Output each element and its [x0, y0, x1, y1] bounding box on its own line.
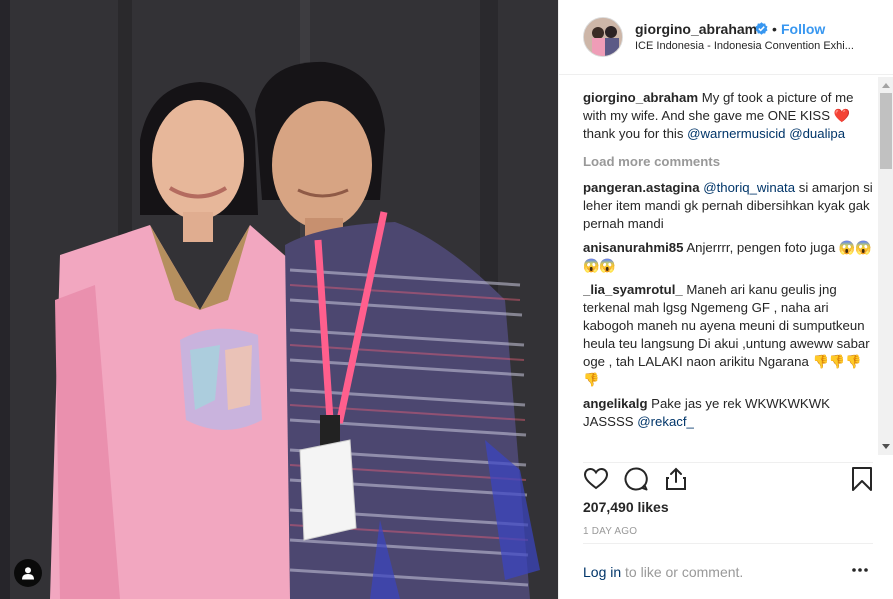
avatar[interactable] — [583, 17, 623, 57]
comment-username-link[interactable]: anisanurahmi85 — [583, 240, 683, 255]
comment-mention-link[interactable]: @thoriq_winata — [703, 180, 795, 195]
comment-username-link[interactable]: _lia_syamrotul_ — [583, 282, 683, 297]
scroll-up-arrow-icon[interactable] — [882, 83, 890, 88]
comments-list: giorgino_abraham My gf took a picture of… — [583, 89, 874, 451]
mention-link-warnermusicid[interactable]: @warnermusicid — [687, 126, 785, 141]
share-icon[interactable] — [663, 466, 689, 492]
comment-username-link[interactable]: pangeran.astagina — [583, 180, 700, 195]
comment-item: angelikalg Pake jas ye rek WKWKWKWK JASS… — [583, 395, 874, 431]
comment-login-footer: Log in to like or comment. — [583, 543, 873, 599]
heart-icon[interactable] — [583, 466, 609, 492]
mention-link-dualipa[interactable]: @dualipa — [789, 126, 845, 141]
post-timestamp[interactable]: 1 DAY AGO — [583, 526, 637, 537]
avatar-image — [584, 18, 622, 56]
caption-text-after: thank you for this — [583, 126, 684, 141]
login-prompt: Log in to like or comment. — [583, 564, 743, 580]
verified-badge-icon — [755, 22, 768, 35]
caption-emoji: ❤️ — [833, 108, 851, 123]
user-tag-button[interactable] — [14, 559, 42, 587]
user-tag-icon — [22, 567, 34, 580]
header-separator: • — [772, 21, 777, 37]
more-options-icon[interactable] — [851, 566, 869, 574]
comment-text: Anjerrrr, pengen foto juga — [686, 240, 836, 255]
location-link[interactable]: ICE Indonesia - Indonesia Convention Exh… — [635, 40, 869, 52]
caption-username-link[interactable]: giorgino_abraham — [583, 90, 698, 105]
login-link[interactable]: Log in — [583, 564, 621, 580]
bookmark-icon[interactable] — [849, 466, 875, 492]
follow-button[interactable]: Follow — [781, 21, 825, 37]
comments-scrollbar[interactable] — [878, 77, 893, 455]
comment-mention-link[interactable]: @rekacf_ — [637, 414, 694, 429]
comment-item: pangeran.astagina @thoriq_winata si amar… — [583, 179, 874, 233]
action-bar — [583, 462, 873, 494]
comment-username-link[interactable]: angelikalg — [583, 396, 648, 411]
post-photo[interactable] — [0, 0, 558, 599]
header-username-link[interactable]: giorgino_abraham — [635, 21, 757, 37]
comment-item: _lia_syamrotul_ Maneh ari kanu geulis jn… — [583, 281, 874, 389]
load-more-comments-button[interactable]: Load more comments — [583, 153, 874, 171]
post-header: giorgino_abraham • Follow ICE Indonesia … — [559, 0, 893, 75]
scroll-down-arrow-icon[interactable] — [882, 444, 890, 449]
post-sidebar: giorgino_abraham • Follow ICE Indonesia … — [558, 0, 893, 599]
likes-count[interactable]: 207,490 likes — [583, 499, 669, 515]
login-prompt-text: to like or comment. — [621, 564, 744, 580]
caption: giorgino_abraham My gf took a picture of… — [583, 89, 874, 143]
scrollbar-thumb[interactable] — [880, 93, 892, 169]
photo-illustration — [0, 0, 558, 599]
comment-icon[interactable] — [623, 466, 649, 492]
comment-item: anisanurahmi85 Anjerrrr, pengen foto jug… — [583, 239, 874, 275]
